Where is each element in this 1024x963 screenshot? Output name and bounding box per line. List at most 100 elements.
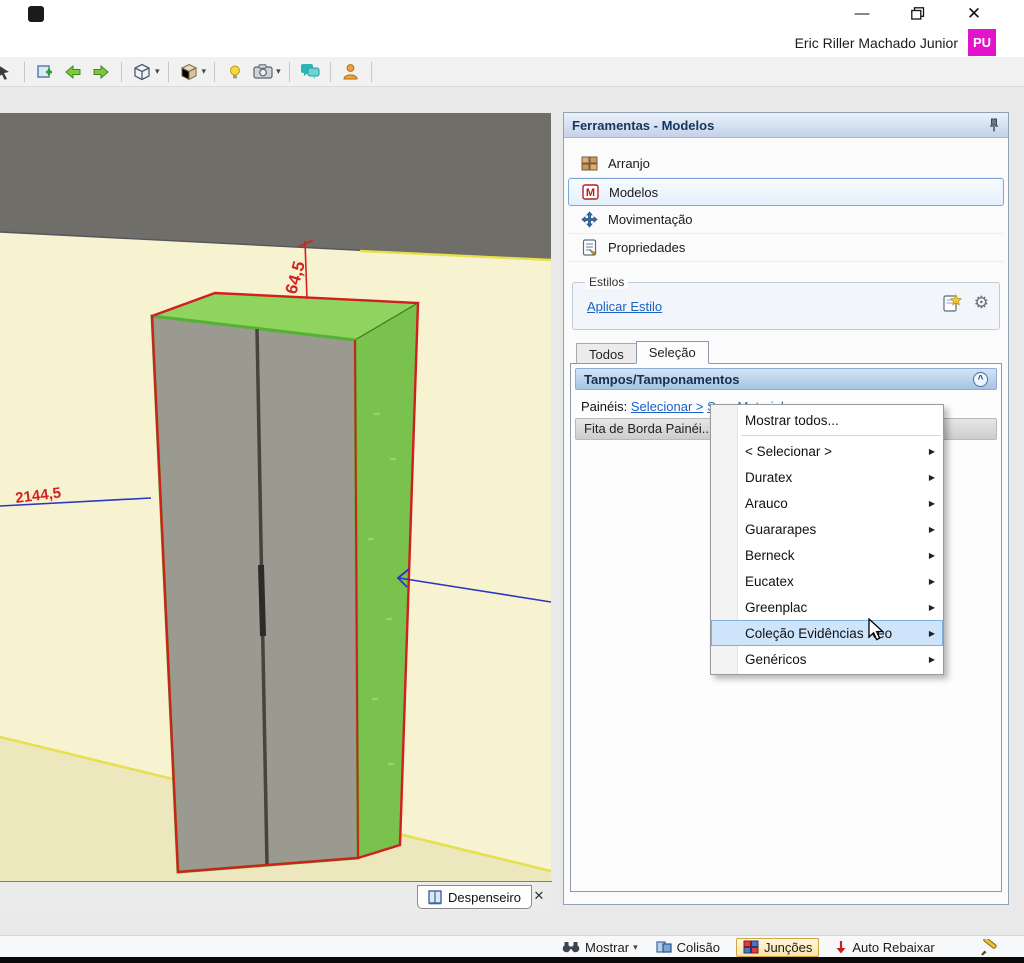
scene-icon[interactable] — [33, 60, 57, 84]
styles-group-title: Estilos — [585, 275, 628, 289]
menu-item-selecionar[interactable]: < Selecionar > ▶ — [711, 438, 943, 464]
menu-item-label: < Selecionar > — [745, 444, 929, 459]
propriedades-icon — [580, 239, 598, 257]
collapse-icon[interactable]: ^ — [973, 372, 988, 387]
viewport-tab-despenseiro[interactable]: Despenseiro — [417, 885, 532, 909]
panel-nav-modelos[interactable]: M Modelos — [568, 178, 1004, 206]
camera-icon[interactable] — [251, 60, 275, 84]
menu-item-duratex[interactable]: Duratex ▶ — [711, 464, 943, 490]
tab-todos[interactable]: Todos — [576, 343, 637, 364]
forward-icon[interactable] — [89, 60, 113, 84]
viewport-3d-scene[interactable]: 64,5 2144,5 — [0, 113, 551, 881]
statusbar-wand[interactable] — [979, 939, 997, 956]
new-style-icon[interactable] — [942, 293, 962, 313]
menu-item-eucatex[interactable]: Eucatex ▶ — [711, 568, 943, 594]
comments-icon[interactable] — [298, 60, 322, 84]
menu-item-label: Duratex — [745, 470, 929, 485]
dropdown-icon[interactable]: ▾ — [202, 66, 207, 77]
statusbar-juncoes-label: Junções — [764, 940, 812, 955]
tab-selecao[interactable]: Seleção — [636, 341, 709, 364]
menu-item-label: Mostrar todos... — [745, 413, 935, 428]
tools-panel-header: Ferramentas - Modelos — [564, 113, 1008, 138]
titlebar: — ✕ — [0, 0, 1024, 28]
toolbar-separator — [168, 62, 169, 82]
panel-nav-label: Modelos — [609, 185, 658, 200]
cabinet-front-face[interactable] — [152, 316, 358, 872]
tools-panel-title: Ferramentas - Modelos — [572, 118, 988, 133]
userbar: Eric Riller Machado Junior PU — [0, 28, 1024, 57]
view-solid-cube-icon[interactable] — [177, 60, 201, 84]
paineis-selecionar-link[interactable]: Selecionar > — [631, 399, 704, 414]
apply-style-link[interactable]: Aplicar Estilo — [587, 299, 662, 314]
close-button[interactable]: ✕ — [952, 0, 996, 27]
menu-item-guararapes[interactable]: Guararapes ▶ — [711, 516, 943, 542]
submenu-arrow-icon: ▶ — [929, 577, 935, 586]
arranjo-icon — [580, 155, 598, 173]
panel-nav-movimentacao[interactable]: Movimentação — [568, 206, 1004, 234]
statusbar: Mostrar ▾ Colisão Junções Auto Rebaixar — [0, 935, 1024, 957]
statusbar-mostrar[interactable]: Mostrar ▾ — [562, 940, 640, 955]
menu-item-colecao-evidencias-neo[interactable]: Coleção Evidências Neo ▶ — [711, 620, 943, 646]
minimize-button[interactable]: — — [840, 0, 884, 27]
submenu-arrow-icon: ▶ — [929, 473, 935, 482]
pointer-icon[interactable] — [0, 60, 16, 84]
gear-icon[interactable]: ⚙ — [974, 293, 989, 313]
section-tampos[interactable]: Tampos/Tamponamentos ^ — [575, 368, 997, 390]
menu-item-genericos[interactable]: Genéricos ▶ — [711, 646, 943, 672]
viewport-tab-label: Despenseiro — [448, 890, 521, 905]
tab-selecao-label: Seleção — [649, 345, 696, 360]
menu-item-mostrar-todos[interactable]: Mostrar todos... — [711, 407, 943, 433]
dropdown-icon[interactable]: ▾ — [155, 66, 160, 77]
menu-item-arauco[interactable]: Arauco ▶ — [711, 490, 943, 516]
panel-nav-label: Movimentação — [608, 212, 693, 227]
main-toolbar: ▾ ▾ ▾ — [0, 57, 1024, 87]
panel-nav-label: Propriedades — [608, 240, 685, 255]
menu-item-label: Berneck — [745, 548, 929, 563]
user-icon[interactable] — [339, 60, 363, 84]
restore-icon — [911, 7, 925, 20]
pin-icon[interactable] — [988, 118, 1000, 132]
cabinet-despenseiro[interactable] — [152, 293, 418, 872]
light-icon[interactable] — [223, 60, 247, 84]
collision-icon — [656, 940, 672, 954]
menu-item-berneck[interactable]: Berneck ▶ — [711, 542, 943, 568]
cabinet-icon — [428, 890, 442, 905]
statusbar-auto-rebaixar[interactable]: Auto Rebaixar — [835, 940, 934, 955]
statusbar-colisao[interactable]: Colisão — [656, 940, 720, 955]
submenu-arrow-icon: ▶ — [929, 525, 935, 534]
dropdown-icon: ▾ — [633, 942, 638, 953]
submenu-arrow-icon: ▶ — [929, 551, 935, 560]
toolbar-separator — [214, 62, 215, 82]
panel-nav-arranjo[interactable]: Arranjo — [568, 150, 1004, 178]
paineis-label: Painéis: — [581, 399, 627, 414]
user-badge[interactable]: PU — [968, 29, 996, 56]
viewport-tabstrip: Despenseiro ✕ — [0, 881, 552, 911]
menu-item-greenplac[interactable]: Greenplac ▶ — [711, 594, 943, 620]
viewport-3d[interactable]: 64,5 2144,5 — [0, 113, 551, 881]
material-context-menu: Mostrar todos... < Selecionar > ▶ Durate… — [710, 404, 944, 675]
app-icon[interactable] — [28, 6, 44, 22]
bottom-strip — [0, 957, 1024, 963]
submenu-arrow-icon: ▶ — [929, 603, 935, 612]
svg-text:M: M — [585, 187, 594, 199]
statusbar-juncoes[interactable]: Junções — [736, 938, 819, 957]
dropdown-icon[interactable]: ▾ — [276, 66, 281, 77]
modelos-icon: M — [581, 183, 599, 201]
view-wireframe-cube-icon[interactable] — [130, 60, 154, 84]
menu-item-label: Coleção Evidências Neo — [745, 626, 929, 641]
junctions-icon — [743, 940, 759, 954]
menu-item-label: Guararapes — [745, 522, 929, 537]
menu-item-label: Greenplac — [745, 600, 929, 615]
show-icon — [562, 941, 580, 954]
menu-separator — [741, 435, 941, 436]
panel-nav-propriedades[interactable]: Propriedades — [568, 234, 1004, 262]
section-title: Tampos/Tamponamentos — [584, 372, 973, 387]
viewport-tab-close-icon[interactable]: ✕ — [530, 887, 548, 905]
styles-groupbox: Estilos Aplicar Estilo ⚙ — [572, 282, 1000, 330]
toolbar-separator — [24, 62, 25, 82]
submenu-arrow-icon: ▶ — [929, 629, 935, 638]
restore-button[interactable] — [896, 0, 940, 27]
cabinet-door-handle[interactable] — [261, 565, 263, 636]
menu-item-label: Eucatex — [745, 574, 929, 589]
back-icon[interactable] — [61, 60, 85, 84]
